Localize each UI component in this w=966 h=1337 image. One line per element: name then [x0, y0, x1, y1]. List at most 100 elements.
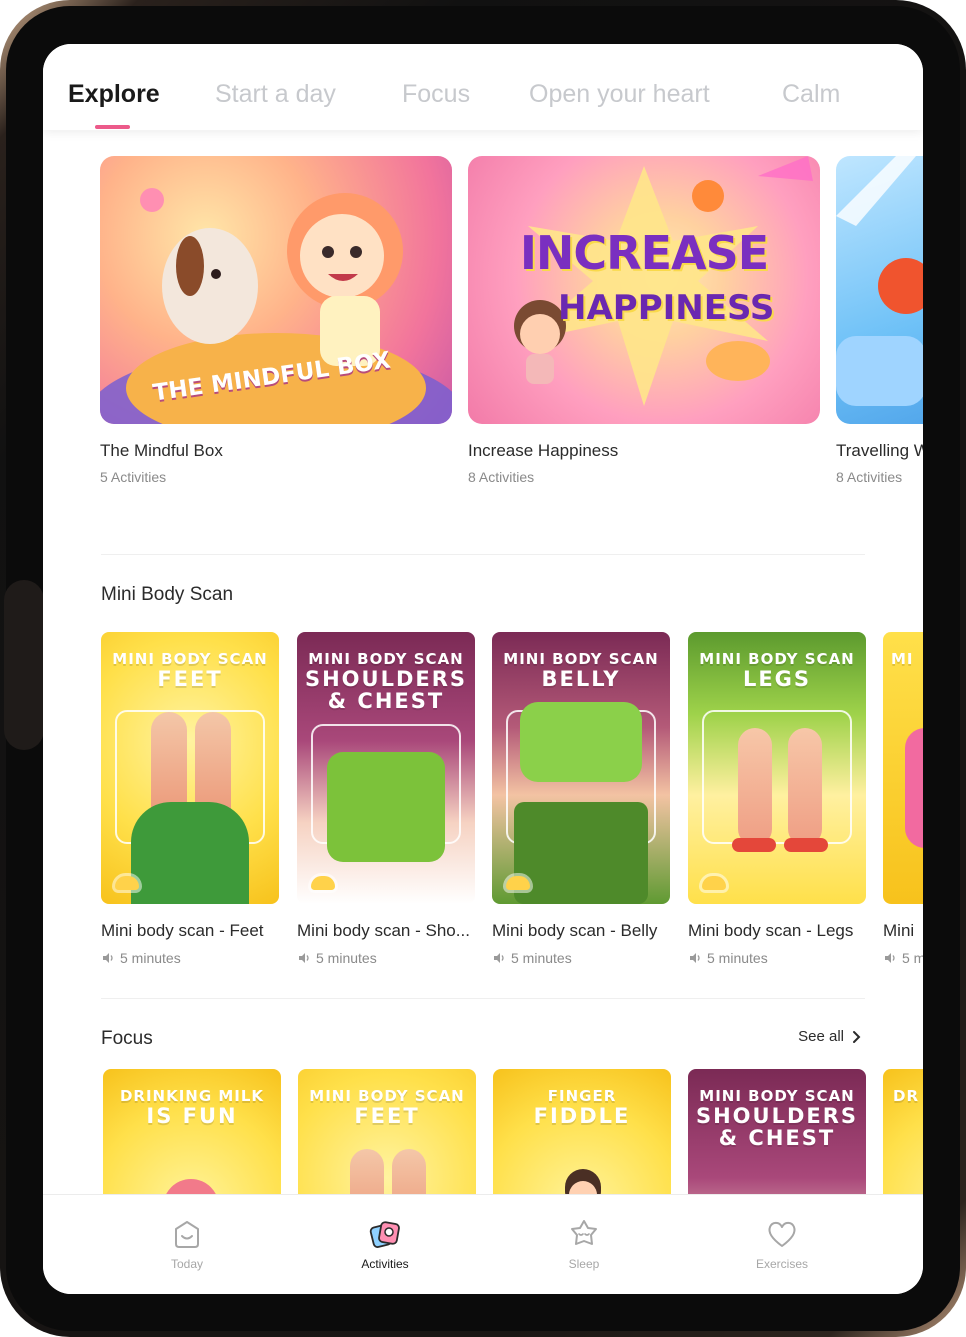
art-heading: DR	[893, 1087, 920, 1105]
collection-art-mindful-box: THE MINDFUL BOX	[100, 156, 452, 424]
art-heading: FINGER FIDDLE	[533, 1087, 631, 1128]
nav-label: Sleep	[568, 1257, 600, 1271]
collection-title: Increase Happiness	[468, 441, 619, 460]
app-screen: Explore Start a day Focus Open your hear…	[43, 44, 923, 1294]
card-duration: 5 minutes	[297, 950, 475, 966]
art-heading: DRINKING MILK IS FUN	[119, 1087, 265, 1128]
leg-shape	[350, 1149, 384, 1194]
character-shape	[905, 728, 923, 848]
focus-art-partial: DR	[883, 1069, 923, 1194]
character-shape	[163, 1179, 219, 1194]
category-tab-bar: Explore Start a day Focus Open your hear…	[43, 44, 923, 130]
camera-bump	[4, 580, 44, 750]
pants-shape	[514, 802, 648, 904]
torso-shape	[327, 752, 445, 862]
activity-art-legs: MINI BODY SCAN LEGS	[688, 632, 866, 904]
collection-card-travelling[interactable]: Travelling W 8 Activities	[836, 156, 923, 485]
face-box-icon	[175, 1221, 199, 1248]
collection-card-increase-happiness[interactable]: INCREASE HAPPINESS Increase Happiness 8 …	[468, 156, 820, 485]
collection-title: The Mindful Box	[100, 441, 223, 460]
card-duration-text: 5 minutes	[120, 950, 181, 966]
speaker-icon	[103, 953, 113, 963]
tab-calm[interactable]: Calm	[782, 80, 840, 109]
activity-card-body-scan-shoulders[interactable]: MINI BODY SCAN SHOULDERS & CHEST Mini bo…	[297, 632, 475, 966]
torso-shape	[520, 702, 642, 782]
section-title-mini-body-scan: Mini Body Scan	[101, 584, 234, 605]
happiness-art-line2: HAPPINESS	[558, 288, 775, 328]
flower-badge-icon	[311, 876, 335, 890]
focus-card-body-scan-shoulders[interactable]: MINI BODY SCAN SHOULDERS & CHEST	[688, 1069, 866, 1194]
shoe-shape	[732, 838, 776, 852]
nav-label: Exercises	[755, 1257, 808, 1271]
activity-art-feet: MINI BODY SCAN FEET	[101, 632, 279, 904]
activity-cards-icon	[369, 1221, 400, 1248]
card-title: Mini body scan - Sho...	[297, 921, 470, 940]
activity-card-body-scan-partial[interactable]: MI Mini 5 m	[883, 632, 923, 966]
focus-art-drinking-milk: DRINKING MILK IS FUN	[103, 1069, 281, 1194]
nav-item-exercises[interactable]: Exercises	[712, 1217, 852, 1271]
active-tab-indicator	[95, 125, 130, 129]
nav-label: Today	[170, 1257, 204, 1271]
flower-badge-icon	[506, 876, 530, 890]
speaker-icon	[299, 953, 309, 963]
focus-art-feet: MINI BODY SCAN FEET	[298, 1069, 476, 1194]
activity-card-body-scan-feet[interactable]: MINI BODY SCAN FEET Mini body scan - Fee…	[101, 632, 279, 966]
art-heading: MINI BODY SCAN LEGS	[699, 650, 855, 691]
focus-card-body-scan-feet[interactable]: MINI BODY SCAN FEET	[298, 1069, 476, 1194]
card-duration: 5 minutes	[492, 950, 670, 966]
tab-focus[interactable]: Focus	[402, 80, 470, 109]
leg-shape	[392, 1149, 426, 1194]
activity-card-body-scan-legs[interactable]: MINI BODY SCAN LEGS Mini body scan - Leg…	[688, 632, 866, 966]
card-title: Mini body scan - Legs	[688, 921, 854, 940]
flower-badge-icon	[115, 876, 139, 890]
explore-content: THE MINDFUL BOX The Mindful Box 5 Activi…	[43, 130, 923, 1194]
focus-frame	[702, 710, 852, 844]
collection-title: Travelling W	[836, 441, 923, 460]
card-duration-text: 5 minutes	[707, 950, 768, 966]
section-title-focus: Focus	[101, 1028, 153, 1049]
tab-open-your-heart[interactable]: Open your heart	[529, 80, 710, 109]
bottom-navigation: Today Activities Sleep Exercises	[43, 1194, 923, 1294]
card-duration-text: 5 minutes	[511, 950, 572, 966]
pants-shape	[131, 802, 249, 904]
card-duration: 5 minutes	[101, 950, 279, 966]
card-duration-text: 5 m	[902, 950, 923, 966]
collection-art-increase-happiness: INCREASE HAPPINESS	[468, 156, 820, 424]
chevron-right-icon	[853, 1030, 861, 1043]
focus-card-drinking-milk[interactable]: DRINKING MILK IS FUN	[103, 1069, 281, 1194]
section-divider	[101, 554, 865, 555]
art-heading: MINI BODY SCAN FEET	[112, 650, 268, 691]
collection-card-mindful-box[interactable]: THE MINDFUL BOX The Mindful Box 5 Activi…	[100, 156, 452, 485]
card-duration-text: 5 minutes	[316, 950, 377, 966]
nav-label: Activities	[361, 1257, 409, 1271]
tab-start-a-day[interactable]: Start a day	[215, 80, 336, 109]
tab-explore[interactable]: Explore	[68, 80, 160, 109]
see-all-link[interactable]: See all	[798, 1028, 861, 1045]
speaker-icon	[885, 953, 895, 963]
art-heading: MINI BODY SCAN SHOULDERS & CHEST	[304, 650, 468, 713]
activity-card-body-scan-belly[interactable]: MINI BODY SCAN BELLY Mini body scan - Be…	[492, 632, 670, 966]
collection-activity-count: 8 Activities	[836, 469, 903, 485]
travelling-illustration	[836, 156, 923, 406]
nav-item-activities[interactable]: Activities	[315, 1217, 455, 1271]
card-title: Mini body scan - Belly	[492, 921, 658, 940]
card-title: Mini	[883, 921, 915, 940]
speaker-icon	[690, 953, 700, 963]
collection-activity-count: 5 Activities	[100, 469, 167, 485]
art-heading: MI	[891, 650, 914, 668]
nav-item-today[interactable]: Today	[117, 1217, 257, 1271]
shoe-shape	[784, 838, 828, 852]
see-all-label: See all	[798, 1028, 844, 1045]
collection-activity-count: 8 Activities	[468, 469, 535, 485]
leg-shape	[788, 728, 822, 846]
card-title: Mini body scan - Feet	[101, 921, 264, 940]
focus-card-partial[interactable]: DR	[883, 1069, 923, 1194]
activity-art-partial: MI	[883, 632, 923, 904]
focus-card-finger-fiddle[interactable]: FINGER FIDDLE	[493, 1069, 671, 1194]
sleeping-star-icon	[571, 1220, 597, 1245]
activity-art-belly: MINI BODY SCAN BELLY	[492, 632, 670, 904]
flower-badge-icon	[702, 876, 726, 890]
focus-art-finger-fiddle: FINGER FIDDLE	[493, 1069, 671, 1194]
section-divider	[101, 998, 865, 999]
nav-item-sleep[interactable]: Sleep	[514, 1217, 654, 1271]
